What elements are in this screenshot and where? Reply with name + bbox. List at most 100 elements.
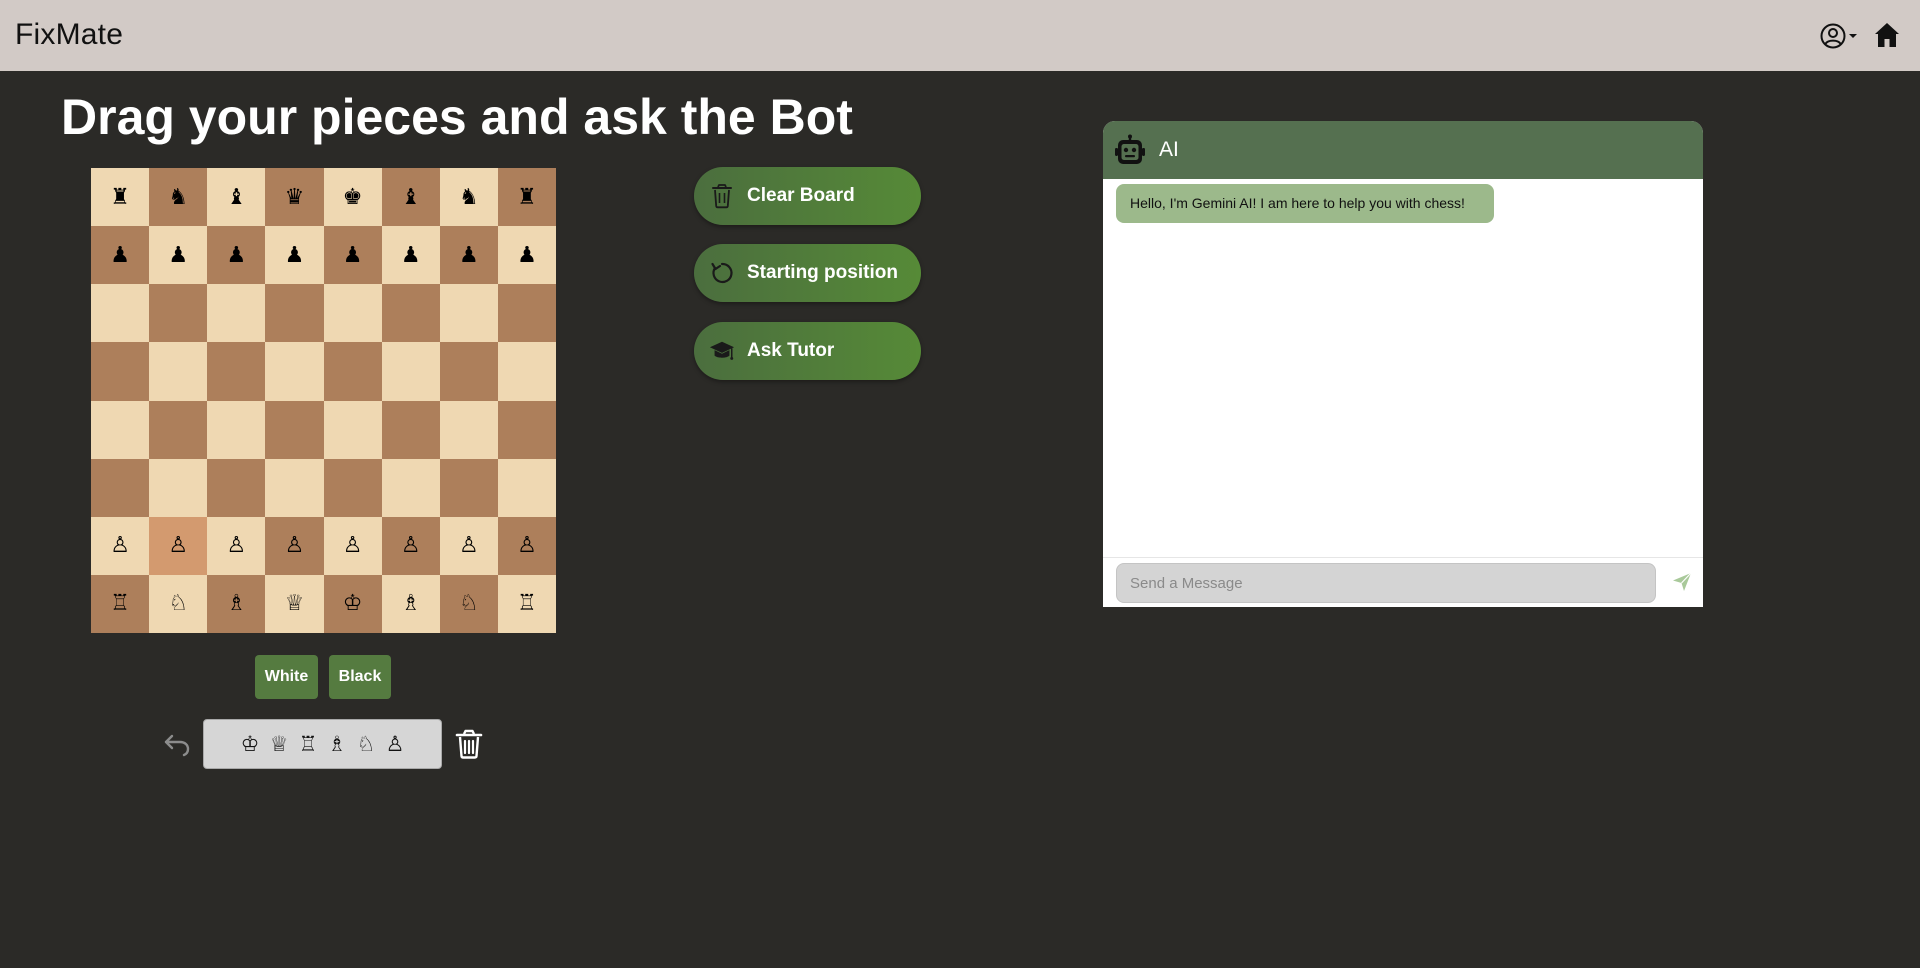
- chess-piece[interactable]: ♖: [517, 591, 537, 616]
- chess-piece[interactable]: ♙: [168, 533, 188, 558]
- square-f6[interactable]: [381, 284, 440, 343]
- chess-piece[interactable]: ♟: [285, 243, 305, 268]
- send-icon[interactable]: [1671, 571, 1693, 593]
- square-b4[interactable]: [149, 400, 208, 459]
- chess-piece[interactable]: ♗: [401, 591, 421, 616]
- square-e8[interactable]: ♚: [323, 168, 382, 227]
- chess-piece[interactable]: ♝: [401, 185, 421, 210]
- chess-piece[interactable]: ♙: [226, 533, 246, 558]
- chess-piece[interactable]: ♜: [110, 185, 130, 210]
- chess-board[interactable]: ♜ ♞ ♝ ♛ ♚ ♝ ♞ ♜ ♟ ♟ ♟ ♟ ♟ ♟ ♟ ♟ ♙ ♙ ♙ ♙ ♙ ♙ ♙ ♙ ♖ ♘ ♗ ♕ ♔ ♗ ♘ ♖: [91, 168, 556, 633]
- square-h5[interactable]: [497, 342, 556, 401]
- square-b1[interactable]: ♘: [149, 574, 208, 633]
- home-icon[interactable]: [1874, 21, 1900, 49]
- chess-piece[interactable]: ♔: [343, 591, 363, 616]
- chess-piece[interactable]: ♟: [517, 243, 537, 268]
- chess-piece[interactable]: ♟: [401, 243, 421, 268]
- square-e6[interactable]: [323, 284, 382, 343]
- square-f2[interactable]: ♙: [381, 516, 440, 575]
- chess-piece[interactable]: ♝: [226, 185, 246, 210]
- square-g1[interactable]: ♘: [439, 574, 498, 633]
- spare-piece[interactable]: ♔: [240, 732, 261, 756]
- starting-position-button[interactable]: Starting position: [694, 244, 921, 302]
- square-b2[interactable]: ♙: [149, 516, 208, 575]
- chess-piece[interactable]: ♟: [343, 243, 363, 268]
- square-f1[interactable]: ♗: [381, 574, 440, 633]
- chess-piece[interactable]: ♙: [517, 533, 537, 558]
- square-e3[interactable]: [323, 458, 382, 517]
- chess-piece[interactable]: ♞: [168, 185, 188, 210]
- square-e2[interactable]: ♙: [323, 516, 382, 575]
- chess-piece[interactable]: ♟: [110, 243, 130, 268]
- chess-piece[interactable]: ♟: [226, 243, 246, 268]
- square-g3[interactable]: [439, 458, 498, 517]
- square-d7[interactable]: ♟: [265, 226, 324, 285]
- square-c8[interactable]: ♝: [207, 168, 266, 227]
- square-c2[interactable]: ♙: [207, 516, 266, 575]
- square-b8[interactable]: ♞: [149, 168, 208, 227]
- chess-piece[interactable]: ♟: [459, 243, 479, 268]
- square-h1[interactable]: ♖: [497, 574, 556, 633]
- chess-piece[interactable]: ♙: [110, 533, 130, 558]
- clear-board-button[interactable]: Clear Board: [694, 167, 921, 225]
- square-f5[interactable]: [381, 342, 440, 401]
- square-d2[interactable]: ♙: [265, 516, 324, 575]
- chess-piece[interactable]: ♞: [459, 185, 479, 210]
- user-menu-dropdown[interactable]: [1820, 22, 1860, 50]
- square-d8[interactable]: ♛: [265, 168, 324, 227]
- square-c3[interactable]: [207, 458, 266, 517]
- spare-piece[interactable]: ♕: [269, 732, 290, 756]
- square-b3[interactable]: [149, 458, 208, 517]
- square-a4[interactable]: [91, 400, 150, 459]
- square-a1[interactable]: ♖: [91, 574, 150, 633]
- square-g6[interactable]: [439, 284, 498, 343]
- square-g4[interactable]: [439, 400, 498, 459]
- square-c6[interactable]: [207, 284, 266, 343]
- chess-piece[interactable]: ♟: [168, 243, 188, 268]
- square-d5[interactable]: [265, 342, 324, 401]
- spare-piece[interactable]: ♗: [327, 732, 348, 756]
- square-h3[interactable]: [497, 458, 556, 517]
- square-h6[interactable]: [497, 284, 556, 343]
- square-d3[interactable]: [265, 458, 324, 517]
- chess-piece[interactable]: ♗: [226, 591, 246, 616]
- square-f8[interactable]: ♝: [381, 168, 440, 227]
- square-c5[interactable]: [207, 342, 266, 401]
- square-h2[interactable]: ♙: [497, 516, 556, 575]
- square-e5[interactable]: [323, 342, 382, 401]
- square-f3[interactable]: [381, 458, 440, 517]
- spare-piece[interactable]: ♖: [298, 732, 319, 756]
- square-f4[interactable]: [381, 400, 440, 459]
- black-side-button[interactable]: Black: [329, 655, 391, 699]
- chess-piece[interactable]: ♘: [168, 591, 188, 616]
- square-c7[interactable]: ♟: [207, 226, 266, 285]
- chess-piece[interactable]: ♙: [285, 533, 305, 558]
- chess-piece[interactable]: ♙: [459, 533, 479, 558]
- square-g7[interactable]: ♟: [439, 226, 498, 285]
- square-a5[interactable]: [91, 342, 150, 401]
- chess-piece[interactable]: ♚: [343, 185, 363, 210]
- square-a3[interactable]: [91, 458, 150, 517]
- spare-piece[interactable]: ♙: [385, 732, 406, 756]
- square-a7[interactable]: ♟: [91, 226, 150, 285]
- square-e1[interactable]: ♔: [323, 574, 382, 633]
- square-c4[interactable]: [207, 400, 266, 459]
- square-e7[interactable]: ♟: [323, 226, 382, 285]
- square-h8[interactable]: ♜: [497, 168, 556, 227]
- square-c1[interactable]: ♗: [207, 574, 266, 633]
- square-d1[interactable]: ♕: [265, 574, 324, 633]
- undo-icon[interactable]: [162, 729, 192, 759]
- chess-piece[interactable]: ♛: [285, 185, 305, 210]
- square-h4[interactable]: [497, 400, 556, 459]
- brand-logo[interactable]: FixMate: [15, 18, 123, 52]
- chess-piece[interactable]: ♘: [459, 591, 479, 616]
- square-f7[interactable]: ♟: [381, 226, 440, 285]
- chess-piece[interactable]: ♙: [343, 533, 363, 558]
- ask-tutor-button[interactable]: Ask Tutor: [694, 322, 921, 380]
- square-a2[interactable]: ♙: [91, 516, 150, 575]
- square-d6[interactable]: [265, 284, 324, 343]
- square-g5[interactable]: [439, 342, 498, 401]
- square-b5[interactable]: [149, 342, 208, 401]
- square-g8[interactable]: ♞: [439, 168, 498, 227]
- square-e4[interactable]: [323, 400, 382, 459]
